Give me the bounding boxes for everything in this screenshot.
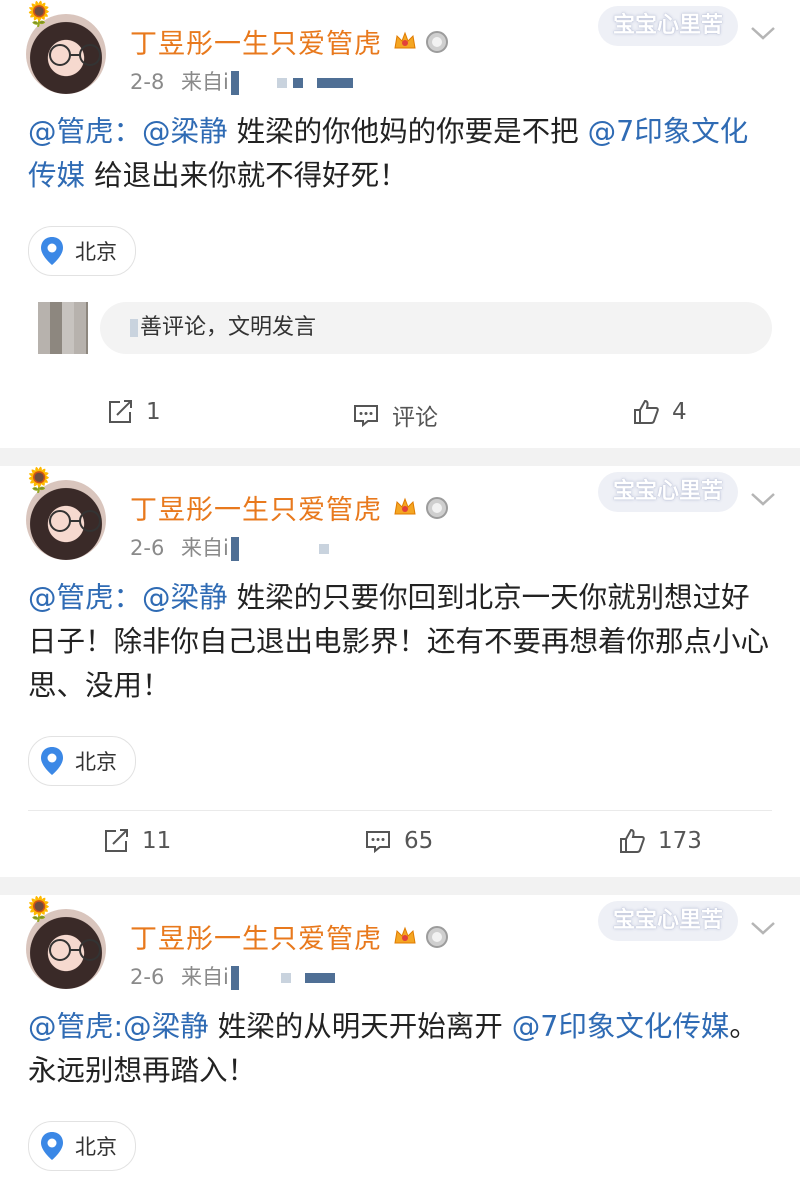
mention-link[interactable]: @梁静 xyxy=(142,115,228,148)
glasses-icon xyxy=(49,510,101,532)
mention-link[interactable]: @管虎 xyxy=(28,581,114,614)
comment-input[interactable]: 善评论，文明发言 xyxy=(100,302,772,354)
location-label: 北京 xyxy=(75,1135,117,1159)
avatar[interactable]: 🌻 xyxy=(24,2,106,94)
redaction-blur xyxy=(292,78,303,88)
comment-count: 评论 xyxy=(392,405,438,431)
redaction-blur xyxy=(304,973,335,983)
post-card: 🌻 丁昱彤一生只爱管虎 2-8 来自i 宝宝心里苦 @管虎：@梁静 姓梁的你他妈… xyxy=(0,0,800,448)
sunflower-icon: 🌻 xyxy=(24,0,54,28)
post-header: 🌻 丁昱彤一生只爱管虎 2-6 来自i 宝宝心里苦 xyxy=(0,895,800,1005)
chevron-down-icon[interactable] xyxy=(748,488,778,510)
redaction-blur xyxy=(130,319,138,337)
location-pin-icon xyxy=(41,747,63,775)
chevron-down-icon[interactable] xyxy=(748,22,778,44)
crown-icon xyxy=(394,31,416,49)
avatar[interactable]: 🌻 xyxy=(24,897,106,989)
post-header: 🌻 丁昱彤一生只爱管虎 2-6 来自i 宝宝心里苦 xyxy=(0,466,800,576)
medal-icon xyxy=(426,31,448,53)
medal-icon xyxy=(426,497,448,519)
post-text: 姓梁的从明天开始离开 xyxy=(208,1010,512,1043)
redaction-blur xyxy=(230,966,239,990)
sunflower-icon: 🌻 xyxy=(24,895,54,923)
mention-separator: ： xyxy=(113,581,143,614)
post-text: 给退出来你就不得好死！ xyxy=(85,159,408,192)
like-button[interactable]: 4 xyxy=(632,398,687,426)
location-chip[interactable]: 北京 xyxy=(28,736,136,786)
redaction-blur xyxy=(318,544,329,554)
watermark: 宝宝心里苦 xyxy=(598,901,738,941)
post-date: 2-6 xyxy=(130,536,165,560)
repost-count: 11 xyxy=(142,828,172,854)
post-source: 来自i xyxy=(181,70,229,94)
username[interactable]: 丁昱彤一生只爱管虎 xyxy=(130,488,382,527)
sunflower-icon: 🌻 xyxy=(24,466,54,494)
comment-placeholder: 善评论，文明发言 xyxy=(140,315,317,340)
redaction-blur xyxy=(230,71,239,95)
watermark: 宝宝心里苦 xyxy=(598,472,738,512)
post-meta: 2-8 来自i xyxy=(130,66,353,96)
post-date: 2-6 xyxy=(130,965,165,989)
glasses-icon xyxy=(49,939,101,961)
mention-separator: : xyxy=(113,1010,124,1043)
post-date: 2-8 xyxy=(130,70,165,94)
mention-link[interactable]: @管虎 xyxy=(28,1010,114,1043)
post-content: @管虎：@梁静 姓梁的只要你回到北京一天你就别想过好日子！除非你自己退出电影界！… xyxy=(0,576,800,708)
thumbs-up-icon xyxy=(634,399,659,424)
username[interactable]: 丁昱彤一生只爱管虎 xyxy=(130,917,382,956)
post-source: 来自i xyxy=(181,965,229,989)
post-source: 来自i xyxy=(181,536,229,560)
post-meta: 2-6 来自i xyxy=(130,532,329,562)
mention-link[interactable]: @管虎 xyxy=(28,115,114,148)
comment-button[interactable]: 65 xyxy=(364,827,433,855)
mention-link[interactable]: @梁静 xyxy=(123,1010,209,1043)
post-header: 🌻 丁昱彤一生只爱管虎 2-8 来自i 宝宝心里苦 xyxy=(0,0,800,110)
thumbs-up-icon xyxy=(620,828,645,853)
like-count: 4 xyxy=(672,399,687,425)
action-bar: 11 65 173 xyxy=(0,811,800,877)
mention-link[interactable]: @7印象文化传媒 xyxy=(512,1010,730,1043)
location-chip[interactable]: 北京 xyxy=(28,226,136,276)
comment-count: 65 xyxy=(404,828,434,854)
repost-icon xyxy=(105,829,128,852)
avatar[interactable]: 🌻 xyxy=(24,468,106,560)
location-pin-icon xyxy=(41,1132,63,1160)
redaction-blur xyxy=(280,973,291,983)
repost-button[interactable]: 11 xyxy=(102,827,171,855)
redaction-blur xyxy=(230,537,239,561)
comment-button[interactable]: 评论 xyxy=(352,398,438,432)
crown-icon xyxy=(394,926,416,944)
repost-count: 1 xyxy=(146,399,161,425)
mention-separator: ： xyxy=(113,115,143,148)
post-content: @管虎:@梁静 姓梁的从明天开始离开 @7印象文化传媒。 永远别想再踏入！ xyxy=(0,1005,800,1093)
redaction-blur xyxy=(276,78,287,88)
username[interactable]: 丁昱彤一生只爱管虎 xyxy=(130,22,382,61)
repost-icon xyxy=(109,400,132,423)
comment-composer: 善评论，文明发言 xyxy=(0,302,800,382)
post-card: 🌻 丁昱彤一生只爱管虎 2-6 来自i 宝宝心里苦 @管虎:@梁静 姓梁的从明天… xyxy=(0,895,800,1191)
location-label: 北京 xyxy=(75,750,117,774)
like-button[interactable]: 173 xyxy=(618,827,702,855)
comment-icon xyxy=(354,405,378,428)
comment-icon xyxy=(366,831,390,854)
redaction-blur xyxy=(316,78,353,88)
medal-icon xyxy=(426,926,448,948)
location-label: 北京 xyxy=(75,240,117,264)
location-chip[interactable]: 北京 xyxy=(28,1121,136,1171)
post-card: 🌻 丁昱彤一生只爱管虎 2-6 来自i 宝宝心里苦 @管虎：@梁静 姓梁的只要你… xyxy=(0,466,800,877)
commenter-avatar xyxy=(38,302,88,354)
glasses-icon xyxy=(49,44,101,66)
watermark: 宝宝心里苦 xyxy=(598,6,738,46)
crown-icon xyxy=(394,497,416,515)
post-text: 姓梁的你他妈的你要是不把 xyxy=(227,115,588,148)
location-pin-icon xyxy=(41,237,63,265)
post-content: @管虎：@梁静 姓梁的你他妈的你要是不把 @7印象文化传媒 给退出来你就不得好死… xyxy=(0,110,800,198)
mention-link[interactable]: @梁静 xyxy=(142,581,228,614)
chevron-down-icon[interactable] xyxy=(748,917,778,939)
repost-button[interactable]: 1 xyxy=(106,398,161,426)
like-count: 173 xyxy=(658,828,702,854)
action-bar: 1 评论 4 xyxy=(0,382,800,448)
post-meta: 2-6 来自i xyxy=(130,961,335,991)
